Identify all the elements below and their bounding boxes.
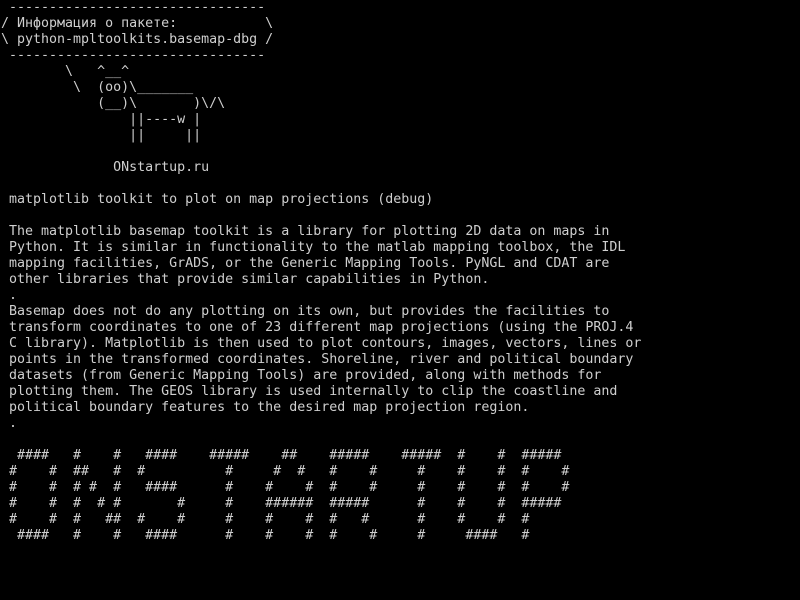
cowsay-art: -------------------------------- / Инфор…: [1, 0, 274, 175]
description-separator: .: [1, 416, 18, 431]
package-description-paragraph-1: The matplotlib basemap toolkit is a libr…: [9, 224, 626, 287]
package-description-paragraph-2: Basemap does not do any plotting on its …: [9, 304, 642, 415]
package-summary: matplotlib toolkit to plot on map projec…: [1, 192, 434, 207]
description-separator: .: [1, 288, 18, 303]
onstartup-ascii-banner: #### # # #### ##### ## ##### ##### # # #…: [9, 448, 570, 543]
terminal-screen: -------------------------------- / Инфор…: [0, 0, 800, 600]
